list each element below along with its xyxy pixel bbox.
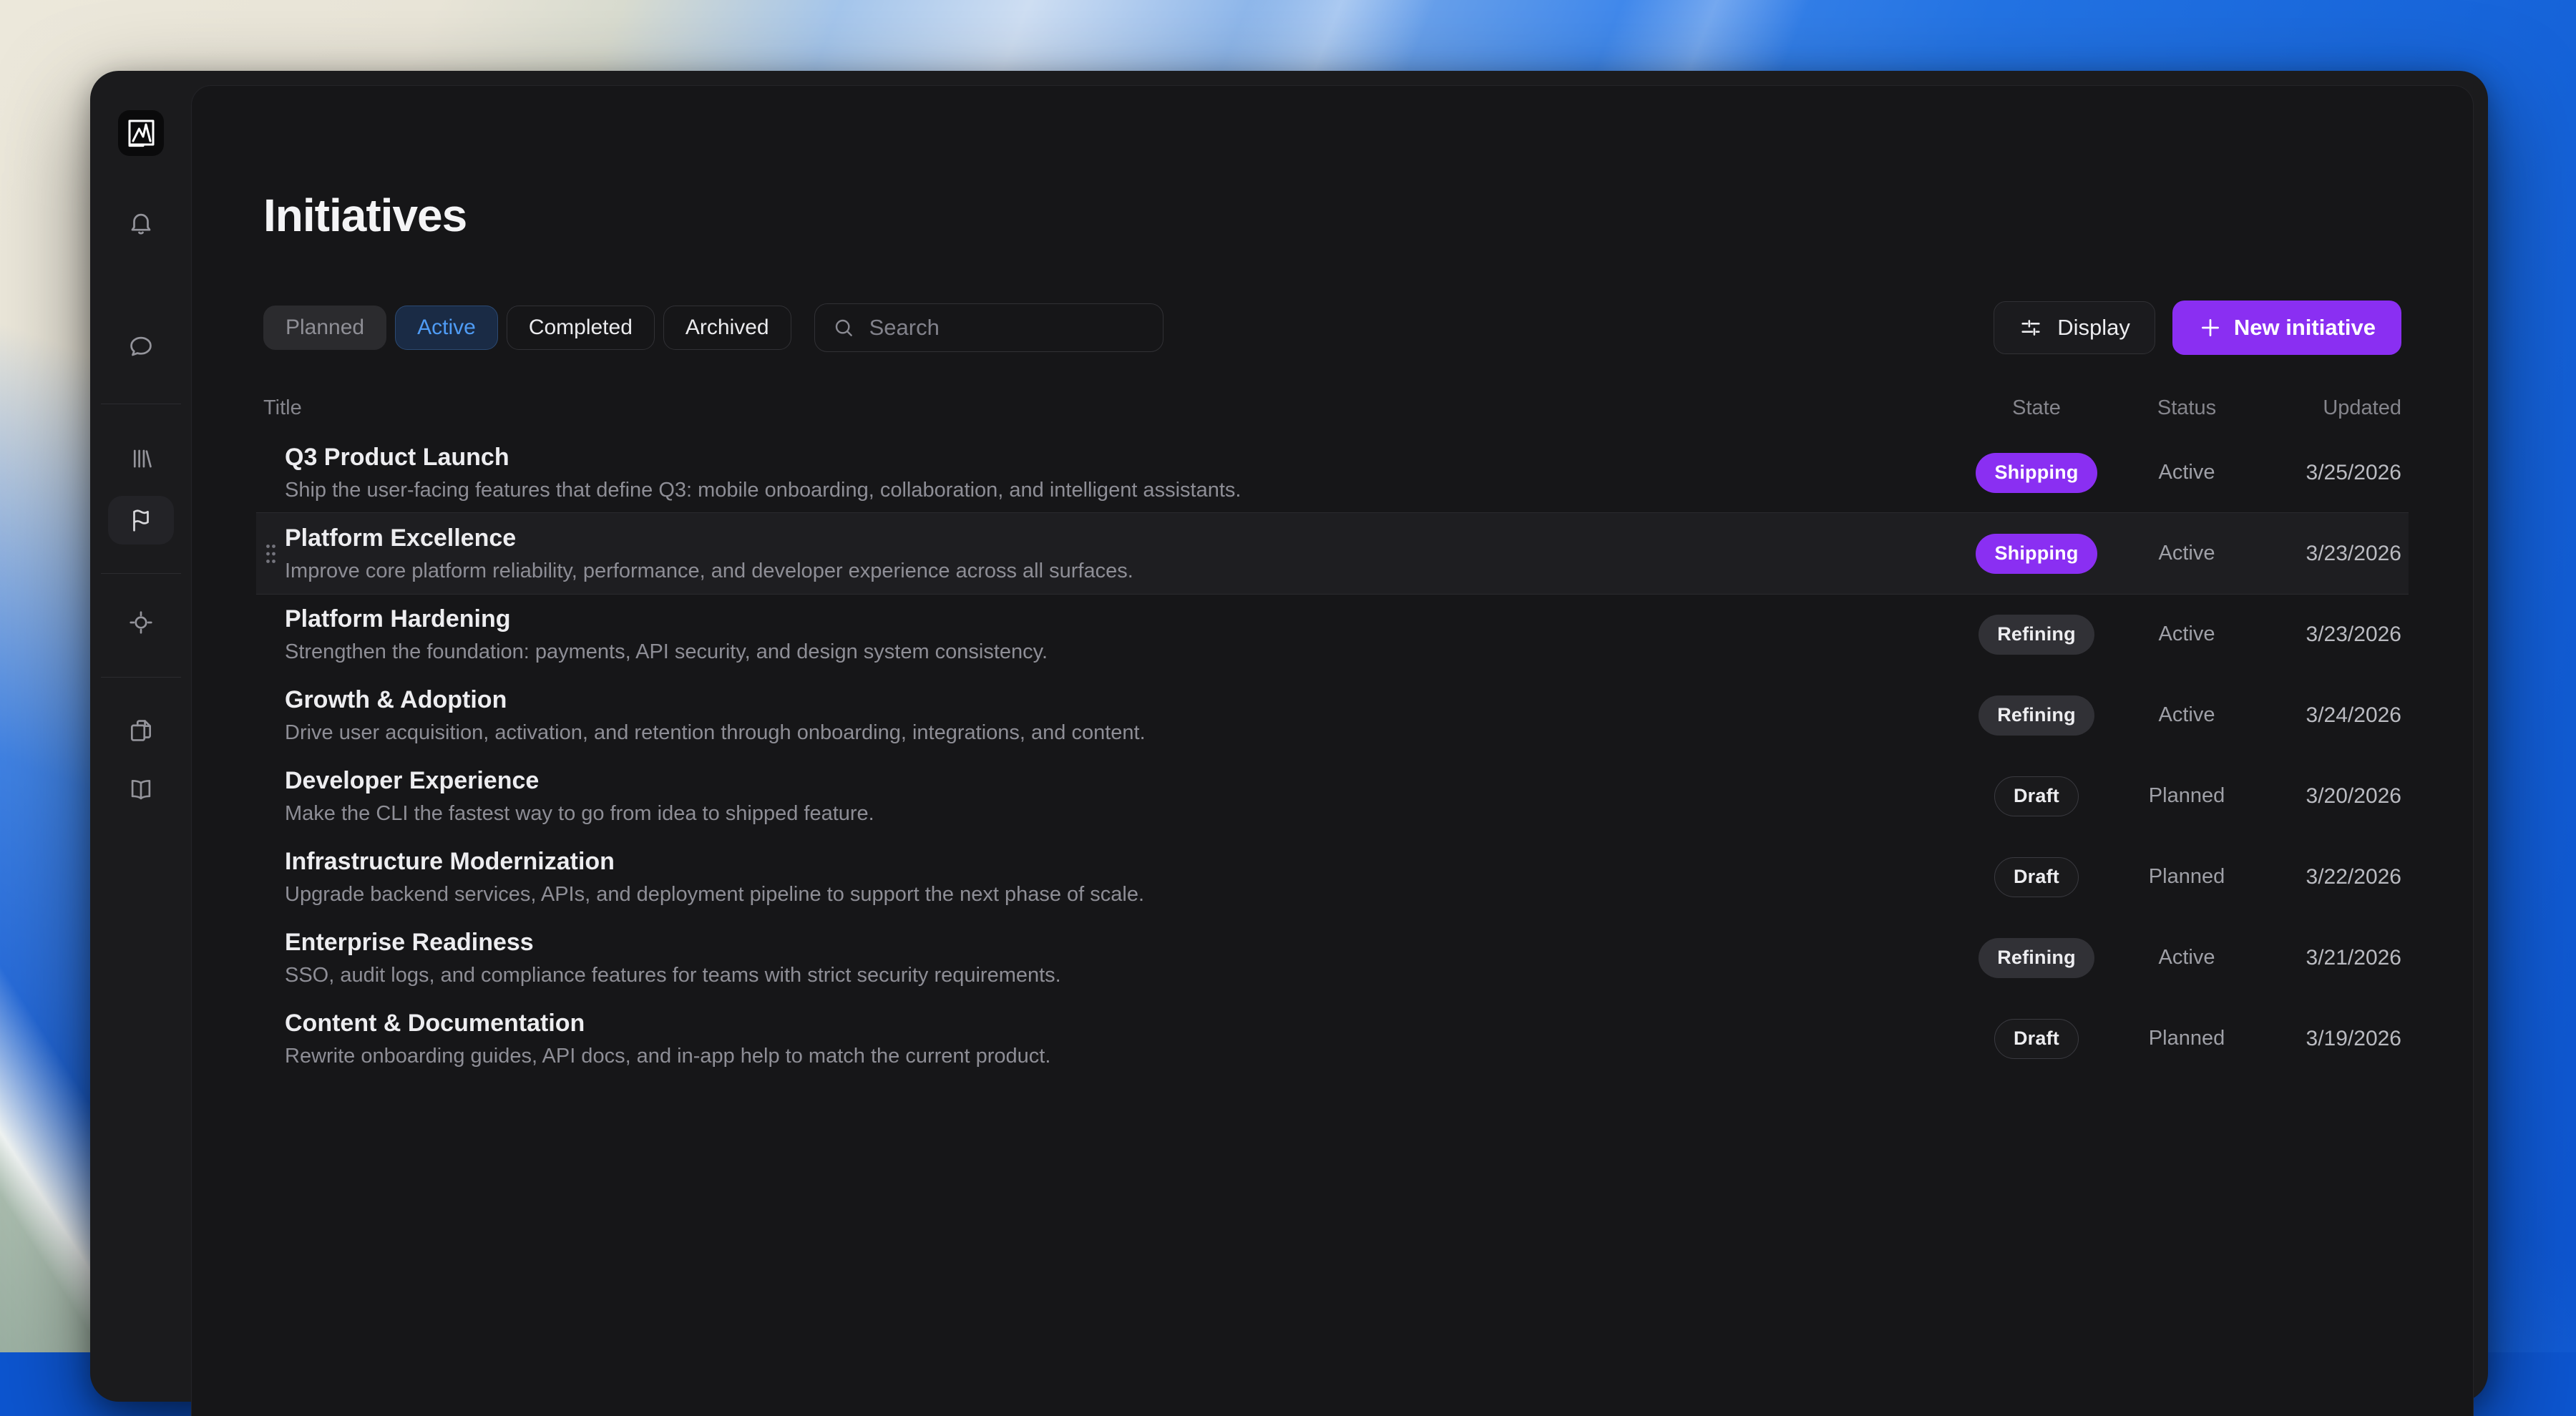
- logo-mountains-icon: [128, 119, 154, 147]
- initiative-description: SSO, audit logs, and compliance features…: [285, 964, 1061, 987]
- filter-tab-completed[interactable]: Completed: [506, 306, 655, 351]
- main-panel: Initiatives Planned Active Completed Arc…: [191, 85, 2474, 1416]
- initiative-description: Make the CLI the fastest way to go from …: [285, 802, 874, 826]
- library-icon: [133, 449, 152, 468]
- initiative-title: Platform Hardening: [285, 605, 511, 633]
- status-text: Planned: [2148, 784, 2225, 808]
- display-button[interactable]: Display: [1994, 301, 2155, 355]
- app-sidebar: [90, 71, 191, 1402]
- docs-nav-item[interactable]: [108, 765, 174, 814]
- initiative-title: Content & Documentation: [285, 1009, 585, 1037]
- initiative-list: Q3 Product Launch Ship the user-facing fe…: [256, 432, 2409, 1079]
- sidebar-divider: [100, 677, 181, 678]
- table-row[interactable]: Enterprise Readiness SSO, audit logs, and…: [256, 917, 2409, 998]
- updated-date: 3/23/2026: [2306, 622, 2401, 646]
- plus-icon: [2201, 319, 2219, 337]
- notifications-nav-item[interactable]: [108, 199, 174, 248]
- status-text: Active: [2158, 946, 2215, 970]
- filter-tab-planned[interactable]: Planned: [263, 306, 387, 351]
- initiative-description: Improve core platform reliability, perfo…: [285, 560, 1133, 583]
- status-text: Active: [2158, 542, 2215, 565]
- table-header: Title State Status Updated: [263, 392, 2401, 424]
- new-initiative-button[interactable]: New initiative: [2172, 301, 2401, 356]
- updated-date: 3/19/2026: [2306, 1026, 2401, 1050]
- search-box[interactable]: [814, 303, 1163, 353]
- state-badge[interactable]: Refining: [1979, 614, 2094, 655]
- updated-date: 3/22/2026: [2306, 864, 2401, 889]
- table-row[interactable]: Growth & Adoption Drive user acquisition,…: [256, 675, 2409, 756]
- status-text: Active: [2158, 703, 2215, 727]
- status-text: Planned: [2148, 865, 2225, 889]
- state-badge[interactable]: Refining: [1979, 695, 2094, 736]
- filter-tab-active[interactable]: Active: [395, 306, 498, 351]
- column-header-status[interactable]: Status: [2115, 396, 2258, 420]
- updated-date: 3/20/2026: [2306, 783, 2401, 808]
- table-row[interactable]: Content & Documentation Rewrite onboardin…: [256, 998, 2409, 1079]
- display-button-label: Display: [2057, 315, 2130, 341]
- search-icon: [835, 320, 852, 337]
- status-text: Active: [2158, 461, 2215, 484]
- target-icon: [129, 611, 152, 634]
- sidebar-divider: [100, 573, 181, 574]
- open-book-icon: [131, 779, 150, 800]
- chat-nav-item[interactable]: [108, 322, 174, 371]
- initiative-title: Growth & Adoption: [285, 685, 507, 713]
- search-input[interactable]: [867, 314, 1146, 342]
- initiative-title: Developer Experience: [285, 766, 540, 794]
- table-row[interactable]: Platform Excellence Improve core platform…: [256, 513, 2409, 595]
- chat-bubble-icon: [130, 336, 152, 356]
- bell-icon: [131, 213, 150, 235]
- toolbar: Planned Active Completed Archived Search…: [263, 301, 2401, 356]
- updated-date: 3/23/2026: [2306, 541, 2401, 565]
- state-badge[interactable]: Draft: [1994, 1018, 2079, 1059]
- column-header-state[interactable]: State: [1958, 396, 2115, 420]
- state-badge[interactable]: Draft: [1994, 776, 2079, 816]
- table-row[interactable]: Platform Hardening Strengthen the foundat…: [256, 594, 2409, 675]
- drag-handle-icon[interactable]: [265, 542, 277, 565]
- initiative-title: Q3 Product Launch: [285, 443, 509, 471]
- initiative-description: Rewrite onboarding guides, API docs, and…: [285, 1045, 1051, 1068]
- updated-date: 3/25/2026: [2306, 460, 2401, 484]
- target-nav-item[interactable]: [108, 598, 174, 647]
- initiative-description: Upgrade backend services, APIs, and depl…: [285, 883, 1145, 907]
- column-header-title[interactable]: Title: [263, 396, 1958, 420]
- initiative-description: Drive user acquisition, activation, and …: [285, 721, 1146, 745]
- updated-date: 3/24/2026: [2306, 703, 2401, 727]
- new-initiative-button-label: New initiative: [2233, 315, 2376, 341]
- filter-tab-archived[interactable]: Archived: [663, 306, 791, 351]
- page-title: Initiatives: [263, 190, 467, 241]
- library-nav-item[interactable]: [108, 434, 174, 483]
- status-text: Planned: [2148, 1027, 2225, 1050]
- display-sliders-icon: [2021, 320, 2040, 336]
- initiative-title: Enterprise Readiness: [285, 928, 534, 956]
- column-header-updated[interactable]: Updated: [2258, 396, 2401, 420]
- state-badge[interactable]: Refining: [1979, 937, 2094, 978]
- table-row[interactable]: Q3 Product Launch Ship the user-facing fe…: [256, 432, 2409, 513]
- app-window: Initiatives Planned Active Completed Arc…: [90, 71, 2488, 1416]
- initiative-title: Platform Excellence: [285, 524, 517, 552]
- state-badge[interactable]: Draft: [1994, 856, 2079, 897]
- table-row[interactable]: Developer Experience Make the CLI the fas…: [256, 756, 2409, 836]
- pages-nav-item[interactable]: [108, 706, 174, 755]
- updated-date: 3/21/2026: [2306, 945, 2401, 970]
- app-logo[interactable]: [117, 110, 164, 156]
- initiative-description: Strengthen the foundation: payments, API…: [285, 640, 1048, 664]
- copy-pages-icon: [130, 720, 151, 741]
- initiative-title: Infrastructure Modernization: [285, 847, 615, 875]
- flag-icon: [132, 509, 149, 532]
- initiatives-nav-item[interactable]: [107, 496, 174, 545]
- state-badge[interactable]: Shipping: [1976, 533, 2097, 574]
- table-row[interactable]: Infrastructure Modernization Upgrade back…: [256, 836, 2409, 917]
- status-text: Active: [2158, 622, 2215, 646]
- initiative-description: Ship the user-facing features that defin…: [285, 479, 1241, 502]
- state-badge[interactable]: Shipping: [1976, 452, 2097, 493]
